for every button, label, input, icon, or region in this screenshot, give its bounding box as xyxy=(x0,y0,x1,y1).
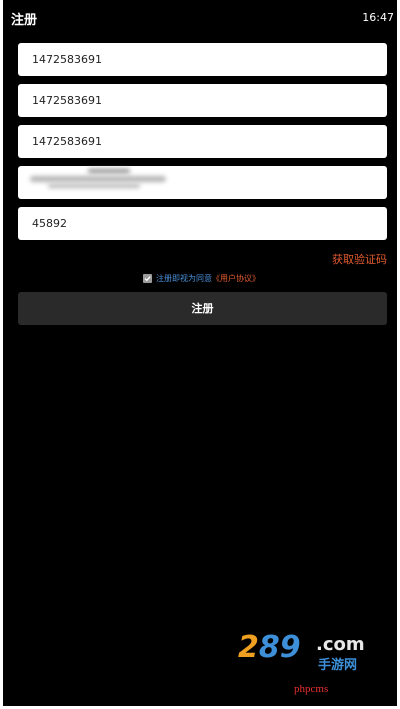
watermark-number: 289 xyxy=(238,630,301,665)
watermark-cn: 手游网 xyxy=(318,657,358,672)
agreement-checkbox[interactable] xyxy=(143,273,152,283)
confirm-password-field[interactable] xyxy=(18,166,387,199)
agreement-row: 注册即视为同意 《用户协议》 xyxy=(143,272,260,284)
get-code-button[interactable]: 获取验证码 xyxy=(332,251,387,267)
watermark-domain: .com xyxy=(316,634,365,655)
password-field[interactable]: 1472583691 xyxy=(18,125,387,158)
phone-field[interactable]: 1472583691 xyxy=(18,43,387,76)
top-bar: 注册 16:47 xyxy=(3,0,397,36)
user-agreement-link[interactable]: 《用户协议》 xyxy=(212,273,260,284)
watermark-site: phpcms xyxy=(294,683,329,695)
status-time: 16:47 xyxy=(362,11,394,24)
register-screen: 注册 16:47 1472583691 1472583691 147258369… xyxy=(3,0,397,706)
verification-code-field[interactable]: 45892 xyxy=(18,207,387,240)
register-button[interactable]: 注册 xyxy=(18,292,387,325)
account-field[interactable]: 1472583691 xyxy=(18,84,387,117)
agreement-text: 注册即视为同意 xyxy=(156,273,212,283)
blurred-text-top xyxy=(88,169,130,173)
page-title: 注册 xyxy=(11,13,38,28)
blurred-text-bottom xyxy=(48,184,140,188)
blurred-text xyxy=(30,176,166,182)
check-icon xyxy=(144,275,151,281)
watermark-logo: 289 .com 手游网 xyxy=(238,630,378,674)
